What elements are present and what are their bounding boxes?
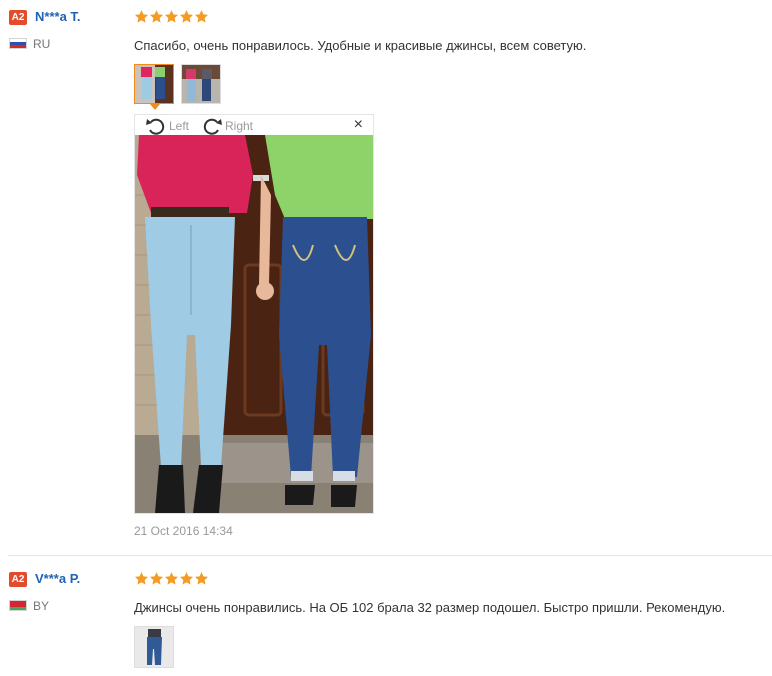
rotate-left-label: Left	[169, 119, 190, 133]
active-thumb-pointer-icon	[150, 104, 160, 110]
review-text: Спасибо, очень понравилось. Удобные и кр…	[134, 38, 587, 53]
photo-viewer-toolbar: Left Right ×	[135, 115, 373, 135]
star-rating	[134, 571, 209, 586]
rotate-left-icon	[146, 118, 165, 135]
close-viewer-button[interactable]: ×	[354, 116, 363, 134]
review-text: Джинсы очень понравились. На ОБ 102 брал…	[134, 600, 726, 615]
review-date: 21 Oct 2016 14:34	[134, 524, 233, 538]
star-icon	[134, 572, 149, 585]
jeans-photo-icon	[182, 65, 220, 103]
review-photo-large	[135, 135, 373, 513]
reviewer-name[interactable]: N***a T.	[35, 9, 81, 24]
rotate-right-label: Right	[225, 119, 254, 133]
star-icon	[194, 10, 209, 23]
star-icon	[179, 572, 194, 585]
star-icon	[164, 10, 179, 23]
rotate-right-button[interactable]: Right	[201, 117, 253, 135]
flag-ru-icon	[9, 38, 27, 49]
star-icon	[134, 10, 149, 23]
review-photo-thumbnail[interactable]	[134, 64, 174, 104]
review-item: A2 N***a T. RU Спасибо, очень понравилос…	[0, 0, 772, 556]
photo-viewer: Left Right ×	[134, 114, 374, 514]
star-icon	[164, 572, 179, 585]
jeans-photo-image	[135, 135, 373, 513]
buyer-level-badge: A2	[9, 10, 27, 25]
review-divider	[8, 555, 772, 556]
review-photo-thumbnail[interactable]	[134, 626, 174, 668]
star-icon	[149, 10, 164, 23]
reviewer-name[interactable]: V***a P.	[35, 571, 80, 586]
reviewer-country: BY	[33, 599, 50, 613]
jeans-photo-icon	[135, 627, 173, 667]
reviewer-country: RU	[33, 37, 51, 51]
star-icon	[179, 10, 194, 23]
review-item: A2 V***a P. BY Джинсы очень понравились.…	[0, 557, 772, 676]
flag-by-icon	[9, 600, 27, 611]
jeans-photo-icon	[135, 65, 173, 103]
rotate-right-icon	[203, 118, 222, 135]
star-icon	[194, 572, 209, 585]
star-icon	[149, 572, 164, 585]
star-rating	[134, 9, 209, 24]
buyer-level-badge: A2	[9, 572, 27, 587]
rotate-left-button[interactable]: Left	[145, 117, 189, 135]
review-photo-thumbnail[interactable]	[181, 64, 221, 104]
